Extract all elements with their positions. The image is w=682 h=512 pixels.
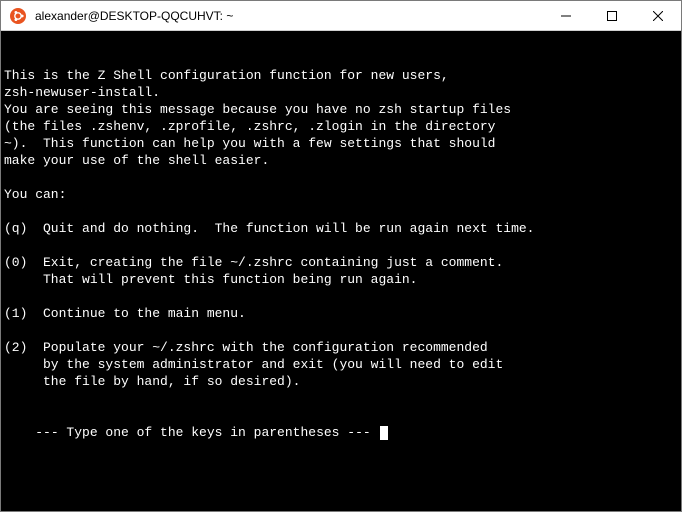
maximize-button[interactable] — [589, 1, 635, 31]
terminal-line: (q) Quit and do nothing. The function wi… — [4, 220, 678, 237]
close-button[interactable] — [635, 1, 681, 31]
terminal-line — [4, 390, 678, 407]
terminal-area[interactable]: This is the Z Shell configuration functi… — [1, 31, 681, 511]
terminal-line: (2) Populate your ~/.zshrc with the conf… — [4, 339, 678, 356]
terminal-line: You can: — [4, 186, 678, 203]
terminal-line: by the system administrator and exit (yo… — [4, 356, 678, 373]
terminal-line: zsh-newuser-install. — [4, 84, 678, 101]
minimize-button[interactable] — [543, 1, 589, 31]
terminal-line: the file by hand, if so desired). — [4, 373, 678, 390]
terminal-line — [4, 203, 678, 220]
cursor — [380, 426, 388, 440]
window-title: alexander@DESKTOP-QQCUHVT: ~ — [35, 9, 543, 23]
terminal-line: (the files .zshenv, .zprofile, .zshrc, .… — [4, 118, 678, 135]
terminal-line — [4, 288, 678, 305]
terminal-line: make your use of the shell easier. — [4, 152, 678, 169]
terminal-window: alexander@DESKTOP-QQCUHVT: ~ This is the… — [0, 0, 682, 512]
ubuntu-icon — [9, 7, 27, 25]
terminal-output: This is the Z Shell configuration functi… — [4, 67, 678, 407]
terminal-line: That will prevent this function being ru… — [4, 271, 678, 288]
terminal-line: (0) Exit, creating the file ~/.zshrc con… — [4, 254, 678, 271]
terminal-prompt: --- Type one of the keys in parentheses … — [35, 425, 378, 440]
terminal-line — [4, 237, 678, 254]
terminal-line: ~). This function can help you with a fe… — [4, 135, 678, 152]
terminal-line: This is the Z Shell configuration functi… — [4, 67, 678, 84]
terminal-line: (1) Continue to the main menu. — [4, 305, 678, 322]
titlebar[interactable]: alexander@DESKTOP-QQCUHVT: ~ — [1, 1, 681, 31]
terminal-line — [4, 322, 678, 339]
terminal-line: You are seeing this message because you … — [4, 101, 678, 118]
terminal-line — [4, 169, 678, 186]
